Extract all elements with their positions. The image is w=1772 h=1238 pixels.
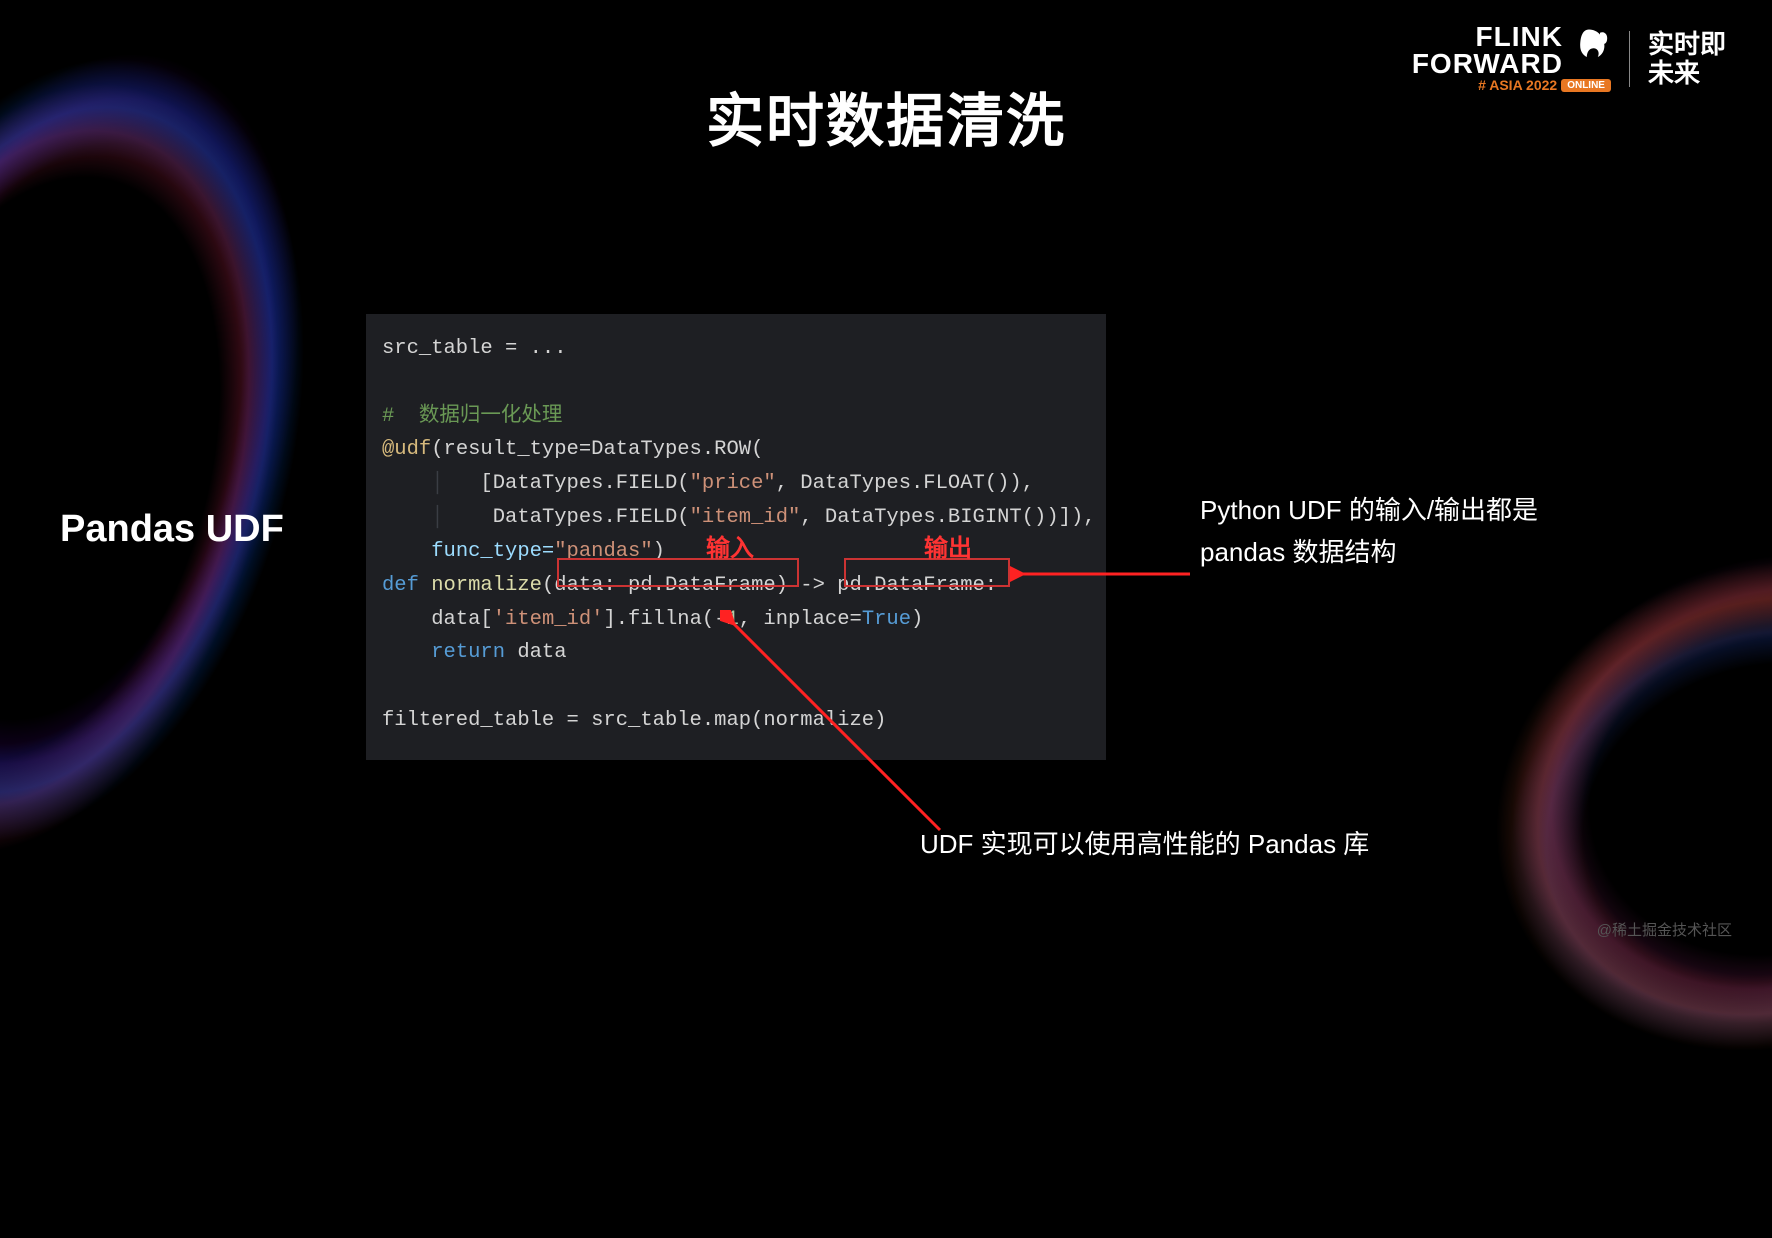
highlight-label-input: 输入 <box>706 528 754 563</box>
logo-line1: FLINK <box>1412 24 1563 51</box>
annotation-right-l2: pandas 数据结构 <box>1200 532 1640 574</box>
annotation-right-l1: Python UDF 的输入/输出都是 <box>1200 490 1640 532</box>
cn-tagline-l1: 实时即 <box>1648 30 1726 59</box>
squirrel-icon <box>1567 24 1611 68</box>
pandas-udf-label: Pandas UDF <box>60 508 284 551</box>
annotation-bottom: UDF 实现可以使用高性能的 Pandas 库 <box>920 824 1369 866</box>
watermark: @稀土掘金技术社区 <box>1597 919 1732 940</box>
annotation-right: Python UDF 的输入/输出都是 pandas 数据结构 <box>1200 490 1640 573</box>
highlight-label-output: 输出 <box>924 528 972 563</box>
slide-title: 实时数据清洗 <box>0 74 1772 158</box>
